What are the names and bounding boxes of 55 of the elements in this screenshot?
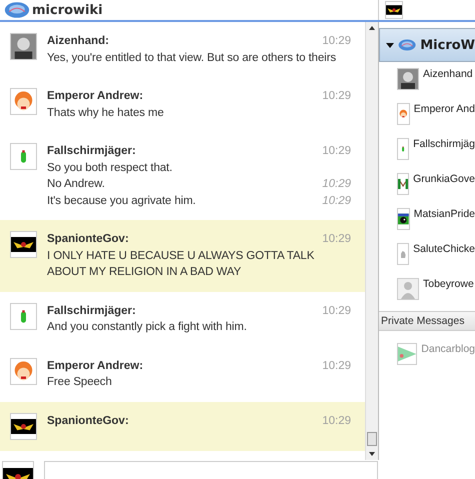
avatar-icon xyxy=(10,231,37,258)
avatar-icon xyxy=(397,208,410,230)
message-time: 10:29 xyxy=(322,144,351,159)
avatar-icon xyxy=(10,412,37,440)
message-time: 10:29 xyxy=(322,358,351,374)
section-header: Private Messages xyxy=(379,311,475,331)
member-item[interactable]: SaluteChicke xyxy=(379,237,475,272)
member-item[interactable]: GrunkiaGove xyxy=(379,167,475,202)
message-time: 10:29 xyxy=(322,304,351,318)
message-time: 10:29 xyxy=(322,89,351,104)
member-item[interactable]: Emperor And xyxy=(379,97,475,132)
message-text: And you constantly pick a fight with him. xyxy=(47,320,247,335)
avatar-icon xyxy=(385,1,403,19)
message-text: It's because you agrivate him. xyxy=(47,194,196,208)
message-text: Free Speech xyxy=(47,375,112,390)
author-name: SpanionteGov: xyxy=(47,232,129,247)
author-name: Fallschirmjäger: xyxy=(47,304,136,318)
message-text: Yes, you're entitled to that view. But so are others to theirs xyxy=(47,50,336,66)
message-time: 10:29 xyxy=(322,177,351,192)
avatar-icon xyxy=(397,173,410,195)
message-time: 10:29 xyxy=(322,414,351,428)
avatar-icon xyxy=(10,88,37,115)
message-time: 10:29 xyxy=(322,194,351,208)
avatar-icon xyxy=(397,243,410,265)
logo-text: microwiki xyxy=(32,2,103,18)
avatar-icon xyxy=(397,278,419,300)
author-name: Aizenhand: xyxy=(47,34,109,49)
avatar-icon xyxy=(10,33,37,60)
author-name: SpanionteGov: xyxy=(47,414,129,428)
author-name: Emperor Andrew: xyxy=(47,358,144,374)
message-text: So you both respect that. xyxy=(47,160,172,176)
message-time: 10:29 xyxy=(322,232,351,247)
avatar-icon xyxy=(397,103,410,125)
avatar-icon xyxy=(397,343,418,365)
message-input[interactable] xyxy=(44,461,378,479)
avatar-icon xyxy=(10,302,37,330)
globe-icon xyxy=(4,1,30,19)
author-name: Fallschirmjäger: xyxy=(47,144,136,159)
scrollbar[interactable] xyxy=(365,22,378,460)
message-text: No Andrew. xyxy=(47,177,105,192)
caret-icon xyxy=(386,42,394,48)
member-item[interactable]: Fallschirmjäg xyxy=(379,132,475,167)
member-item[interactable]: Aizenhand xyxy=(379,62,475,97)
avatar-icon xyxy=(397,68,419,90)
group-name: MicroW xyxy=(420,38,475,52)
member-item[interactable]: Tobeyrowe xyxy=(379,272,475,307)
avatar-icon xyxy=(10,358,37,384)
avatar-icon xyxy=(10,143,37,170)
member-item[interactable]: MatsianPride xyxy=(379,202,475,237)
message-text: Thats why he hates me xyxy=(47,106,164,120)
message-text: I ONLY HATE U BECAUSE U ALWAYS GOTTA TALK ABOUT MY RELIGION IN A BAD WAY xyxy=(47,248,316,280)
message-time: 10:29 xyxy=(322,34,351,49)
group-header[interactable]: MicroW xyxy=(379,28,475,62)
author-name: Emperor Andrew: xyxy=(47,89,144,104)
avatar-icon xyxy=(397,138,410,160)
